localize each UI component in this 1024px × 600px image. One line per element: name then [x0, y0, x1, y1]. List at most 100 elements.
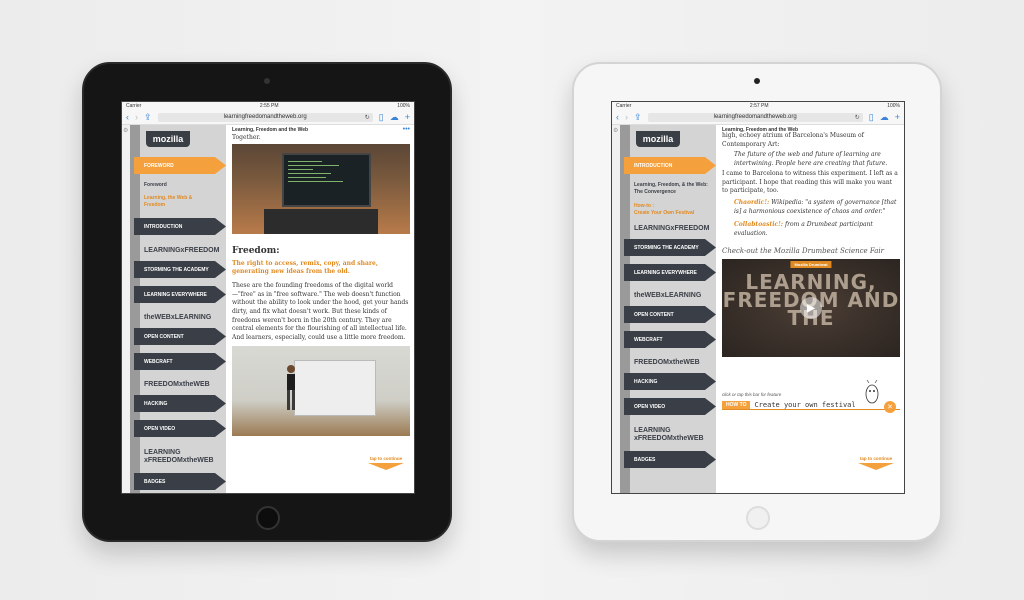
section-learningxfreedomxtheweb: LEARNING xFREEDOMxtheWEB [634, 427, 704, 443]
click-hint: click or tap this bar for feature [722, 392, 782, 397]
play-icon[interactable]: ▶ [800, 297, 822, 319]
url-text: learningfreedomandtheweb.org [713, 114, 797, 120]
tap-arrow-icon [858, 463, 894, 470]
mascot-icon [865, 380, 879, 404]
reload-icon[interactable]: ↻ [365, 114, 370, 121]
new-tab-icon[interactable]: + [405, 112, 410, 122]
video-caption: Check-out the Mozilla Drumbeat Science F… [722, 247, 885, 255]
nav-open-content[interactable]: OPEN CONTENT [134, 328, 226, 345]
freedom-lead: The right to access, remix, copy, and sh… [232, 260, 378, 276]
nav-open-content[interactable]: OPEN CONTENT [624, 306, 716, 323]
nav-badges[interactable]: BADGES [624, 451, 716, 468]
sub-create-festival[interactable]: Create Your Own Festival [634, 210, 694, 217]
more-icon[interactable]: ••• [403, 126, 410, 133]
share-icon[interactable]: ⇪ [144, 112, 152, 122]
address-bar[interactable]: learningfreedomandtheweb.org ↻ [647, 112, 863, 122]
nav-storming[interactable]: STORMING THE ACADEMY [134, 261, 226, 278]
cloud-icon[interactable]: ☁ [880, 112, 889, 122]
mozilla-logo[interactable]: mozilla [636, 131, 680, 147]
nav-badges[interactable]: BADGES [134, 473, 226, 490]
back-icon[interactable]: ‹ [126, 112, 129, 122]
share-icon[interactable]: ⇪ [634, 112, 642, 122]
home-button[interactable] [256, 506, 280, 530]
section-learningxfreedom: LEARNINGxFREEDOM [634, 225, 710, 232]
laptop-screen [281, 153, 372, 207]
home-button[interactable] [746, 506, 770, 530]
bookmarks-icon[interactable]: ▯ [869, 112, 874, 122]
sub-learning-web-freedom[interactable]: Learning, the Web & Freedom [144, 195, 204, 208]
section-learningxfreedom: LEARNINGxFREEDOM [144, 247, 220, 254]
freedom-paragraph: These are the founding freedoms of the d… [232, 282, 409, 342]
video-player[interactable]: Mozilla Drumbeat LEARNING, FREEDOM AND T… [722, 259, 900, 357]
nav-learning-everywhere[interactable]: LEARNING EVERYWHERE [624, 264, 716, 281]
carrier-label: Carrier [126, 103, 142, 109]
collab-term: Collabtoastic!: [734, 221, 784, 228]
status-bar: Carrier 2:55 PM 100% [122, 102, 414, 110]
sidebar-panel [140, 125, 226, 493]
code-line [287, 165, 340, 166]
address-bar[interactable]: learningfreedomandtheweb.org ↻ [157, 112, 373, 122]
forward-icon[interactable]: › [135, 112, 138, 122]
section-thewebxlearning: theWEBxLEARNING [634, 292, 702, 299]
ipad-screen-right: Carrier 2:57 PM 100% ‹ › ⇪ learningfreed… [611, 101, 905, 494]
video-tag: Mozilla Drumbeat [790, 261, 832, 268]
collab-definition: Collabtoastic!: from a Drumbeat particip… [734, 221, 900, 238]
chaordic-term: Chaordic!: [734, 199, 770, 206]
sidebar: mozilla INTRODUCTION Learning, Freedom, … [620, 125, 716, 493]
camera [754, 78, 760, 84]
section-freedomxtheweb: FREEDOMxtheWEB [634, 359, 700, 366]
sub-howto[interactable]: How-to : [634, 203, 654, 210]
carrier-label: Carrier [616, 103, 632, 109]
back-icon[interactable]: ‹ [616, 112, 619, 122]
chaordic-definition: Chaordic!: Wikipedia: "a system of gover… [734, 199, 900, 216]
cloud-icon[interactable]: ☁ [390, 112, 399, 122]
clock: 2:55 PM [259, 103, 279, 109]
nav-introduction[interactable]: INTRODUCTION [624, 157, 716, 174]
bookmarks-icon[interactable]: ▯ [379, 112, 384, 122]
battery-label: 100% [397, 103, 410, 109]
code-line [287, 169, 314, 170]
tap-label: tap to continue [369, 456, 403, 461]
nav-open-video[interactable]: OPEN VIDEO [134, 420, 226, 437]
nav-open-video[interactable]: OPEN VIDEO [624, 398, 716, 415]
sidebar: mozilla FOREWORD Foreword Learning, the … [130, 125, 226, 493]
nav-webcraft[interactable]: WEBCRAFT [624, 331, 716, 348]
breadcrumb: Learning, Freedom and the Web [232, 127, 309, 133]
sub-convergence[interactable]: Learning, Freedom, & the Web: The Conver… [634, 182, 712, 195]
nav-storming[interactable]: STORMING THE ACADEMY [624, 239, 716, 256]
man-photo [232, 346, 410, 436]
keyboard [264, 208, 378, 234]
laptop-photo [232, 144, 410, 234]
tap-to-continue[interactable]: tap to continue [856, 456, 896, 470]
reload-icon[interactable]: ↻ [855, 114, 860, 121]
ipad-white: Carrier 2:57 PM 100% ‹ › ⇪ learningfreed… [572, 62, 942, 542]
browser-toolbar: ‹ › ⇪ learningfreedomandtheweb.org ↻ ▯ ☁… [612, 110, 904, 125]
forward-icon[interactable]: › [625, 112, 628, 122]
person-figure [287, 365, 296, 410]
sub-foreword[interactable]: Foreword [144, 182, 167, 189]
gear-icon[interactable]: ⚙ [123, 127, 128, 134]
atrium-text: high, echoey atrium of Barcelona's Museu… [722, 132, 864, 148]
url-text: learningfreedomandtheweb.org [223, 114, 307, 120]
code-line [287, 173, 331, 174]
nav-hacking[interactable]: HACKING [134, 395, 226, 412]
gear-icon[interactable]: ⚙ [613, 127, 618, 134]
new-tab-icon[interactable]: + [895, 112, 900, 122]
whiteboard [294, 359, 377, 416]
section-learningxfreedomxtheweb: LEARNING xFREEDOMxtheWEB [144, 449, 214, 465]
tap-to-continue[interactable]: tap to continue [366, 456, 406, 470]
battery-label: 100% [887, 103, 900, 109]
ipad-screen-left: Carrier 2:55 PM 100% ‹ › ⇪ learningfreed… [121, 101, 415, 494]
nav-webcraft[interactable]: WEBCRAFT [134, 353, 226, 370]
gutter: ⚙ [612, 125, 620, 493]
nav-hacking[interactable]: HACKING [624, 373, 716, 390]
mozilla-logo[interactable]: mozilla [146, 131, 190, 147]
code-line [287, 177, 327, 178]
nav-introduction[interactable]: INTRODUCTION [134, 218, 226, 235]
status-bar: Carrier 2:57 PM 100% [612, 102, 904, 110]
together-text: Together. [232, 134, 261, 141]
tools-icon[interactable]: ✕ [884, 401, 896, 413]
nav-learning-everywhere[interactable]: LEARNING EVERYWHERE [134, 286, 226, 303]
browser-toolbar: ‹ › ⇪ learningfreedomandtheweb.org ↻ ▯ ☁… [122, 110, 414, 125]
nav-foreword[interactable]: FOREWORD [134, 157, 226, 174]
